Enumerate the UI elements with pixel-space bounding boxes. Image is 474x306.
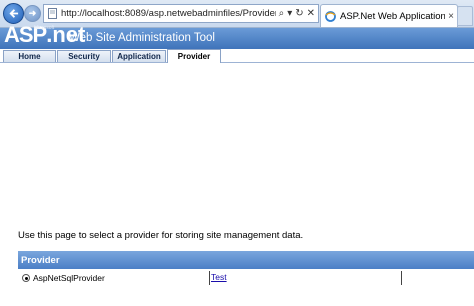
chevron-down-icon[interactable]: ▾ <box>287 8 292 19</box>
refresh-icon[interactable]: ↻ <box>295 8 303 19</box>
provider-name: AspNetSqlProvider <box>33 273 105 283</box>
tab-provider[interactable]: Provider <box>167 49 221 63</box>
close-tab-icon[interactable]: × <box>445 11 457 22</box>
provider-radio[interactable] <box>22 274 30 282</box>
column-divider <box>209 271 210 285</box>
page-icon <box>48 8 57 19</box>
tab-home[interactable]: Home <box>3 50 56 62</box>
column-divider <box>401 271 402 285</box>
tab-application[interactable]: Application <box>112 50 166 62</box>
instructions-text: Use this page to select a provider for s… <box>18 230 304 241</box>
search-icon[interactable]: ⌕ <box>279 8 285 19</box>
address-bar[interactable]: http://localhost:8089/asp.netwebadminfil… <box>43 4 319 23</box>
tab-title: ASP.Net Web Application A... <box>340 10 446 22</box>
stop-icon[interactable]: ✕ <box>307 8 315 19</box>
provider-column-header: Provider <box>21 254 60 266</box>
address-url[interactable]: http://localhost:8089/asp.netwebadminfil… <box>61 8 276 19</box>
back-button[interactable] <box>3 3 24 24</box>
ie-favicon-icon <box>325 10 336 22</box>
new-tab-button[interactable] <box>457 6 473 26</box>
table-row: AspNetSqlProvider Test <box>18 270 474 288</box>
forward-button[interactable]: ➜ <box>24 5 41 22</box>
provider-grid-header: Provider <box>18 251 474 269</box>
tab-security[interactable]: Security <box>57 50 111 62</box>
logo-microsoft: Microsoft <box>34 25 55 31</box>
test-link[interactable]: Test <box>211 272 227 282</box>
back-arrow-icon <box>9 9 19 18</box>
forward-arrow-icon: ➜ <box>28 8 37 18</box>
aspnet-logo: ASP .net Microsoft <box>4 22 85 46</box>
browser-tab[interactable]: ASP.Net Web Application A... × <box>320 4 458 27</box>
page-title: Web Site Administration Tool <box>69 32 215 44</box>
